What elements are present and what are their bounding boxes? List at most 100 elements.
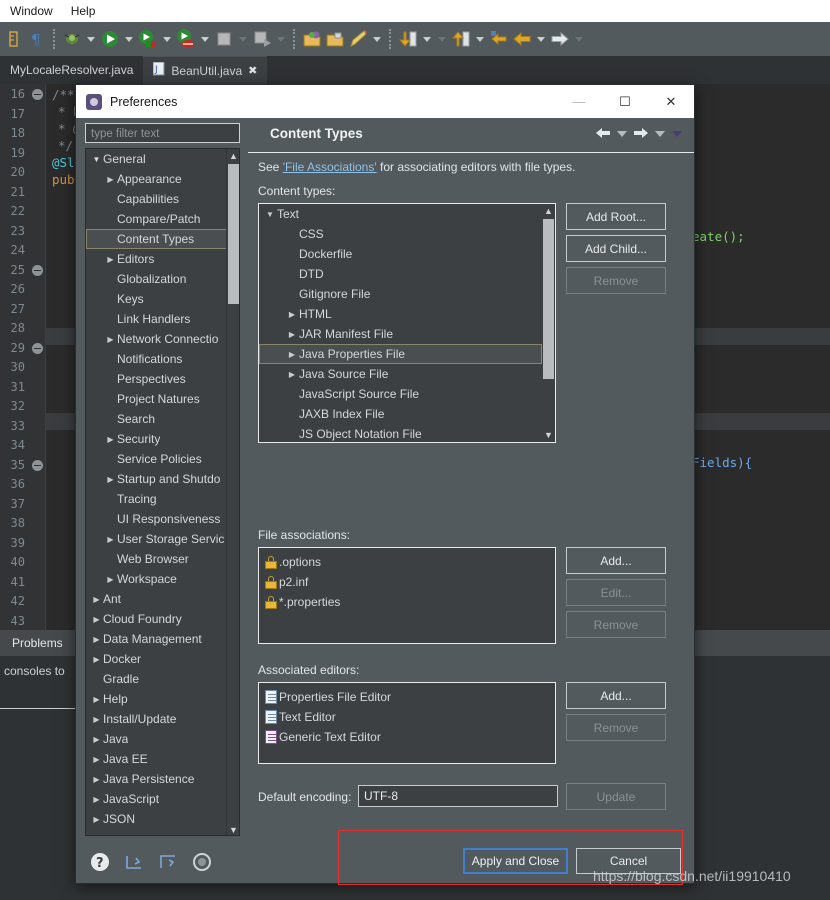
sidebar-item-json[interactable]: ▶ JSON bbox=[86, 809, 228, 829]
pencil-icon[interactable] bbox=[347, 28, 369, 50]
back-icon[interactable] bbox=[594, 124, 612, 142]
chevron-right-icon[interactable]: ▶ bbox=[90, 595, 103, 604]
chevron-right-icon[interactable]: ▶ bbox=[90, 795, 103, 804]
scroll-down-icon[interactable]: ▼ bbox=[542, 428, 555, 442]
external-tools-dropdown-icon[interactable] bbox=[160, 28, 174, 50]
scroll-up-icon[interactable]: ▲ bbox=[227, 149, 239, 163]
sidebar-item-user-storage-servic[interactable]: ▶ User Storage Servic bbox=[86, 529, 228, 549]
restore-defaults-icon[interactable] bbox=[192, 852, 214, 874]
content-type-row[interactable]: JavaScript Source File bbox=[259, 384, 542, 404]
maximize-icon[interactable]: ☐ bbox=[602, 85, 648, 118]
sidebar-item-service-policies[interactable]: Service Policies bbox=[86, 449, 228, 469]
sidebar-item-general[interactable]: ▼ General bbox=[86, 149, 228, 169]
close-icon[interactable]: ✖ bbox=[248, 64, 257, 77]
chevron-right-icon[interactable]: ▶ bbox=[90, 695, 103, 704]
sidebar-item-compare-patch[interactable]: Compare/Patch bbox=[86, 209, 228, 229]
chevron-down-icon[interactable]: ▼ bbox=[263, 210, 277, 219]
chevron-right-icon[interactable]: ▶ bbox=[285, 330, 299, 339]
coverage-dropdown-icon[interactable] bbox=[198, 28, 212, 50]
chevron-right-icon[interactable]: ▶ bbox=[104, 575, 117, 584]
content-types-list[interactable]: ▼ Text CSS Dockerfile DTD Gitignore File ▶ HTML… bbox=[258, 203, 556, 443]
download-arrow-icon[interactable] bbox=[397, 28, 419, 50]
sidebar-item-javascript[interactable]: ▶ JavaScript bbox=[86, 789, 228, 809]
chevron-right-icon[interactable]: ▶ bbox=[104, 335, 117, 344]
chevron-right-icon[interactable]: ▶ bbox=[285, 310, 299, 319]
default-encoding-input[interactable]: UTF-8 bbox=[358, 785, 558, 807]
chevron-right-icon[interactable]: ▶ bbox=[104, 175, 117, 184]
sidebar-item-docker[interactable]: ▶ Docker bbox=[86, 649, 228, 669]
import-icon[interactable] bbox=[124, 852, 146, 874]
content-type-row[interactable]: Dockerfile bbox=[259, 244, 542, 264]
file-association-row[interactable]: p2.inf bbox=[263, 572, 553, 592]
chevron-right-icon[interactable]: ▶ bbox=[285, 370, 299, 379]
sidebar-item-tracing[interactable]: Tracing bbox=[86, 489, 228, 509]
close-icon[interactable]: ✕ bbox=[648, 85, 694, 118]
chevron-right-icon[interactable]: ▶ bbox=[90, 775, 103, 784]
upload-arrow-icon[interactable] bbox=[450, 28, 472, 50]
editor-tab-beanutil[interactable]: J BeanUtil.java ✖ bbox=[143, 56, 268, 84]
chevron-down-icon[interactable]: ▼ bbox=[90, 155, 103, 164]
associated-editor-row[interactable]: Text Editor bbox=[263, 707, 553, 727]
back-annotated-icon[interactable] bbox=[488, 28, 510, 50]
sidebar-item-install-update[interactable]: ▶ Install/Update bbox=[86, 709, 228, 729]
sidebar-item-perspectives[interactable]: Perspectives bbox=[86, 369, 228, 389]
sidebar-item-cloud-foundry[interactable]: ▶ Cloud Foundry bbox=[86, 609, 228, 629]
associated-editor-row[interactable]: Properties File Editor bbox=[263, 687, 553, 707]
file-association-row[interactable]: *.properties bbox=[263, 592, 553, 612]
chevron-right-icon[interactable]: ▶ bbox=[104, 535, 117, 544]
chevron-right-icon[interactable]: ▶ bbox=[104, 475, 117, 484]
file-associations-button-add[interactable]: Add... bbox=[566, 547, 666, 574]
content-type-row[interactable]: CSS bbox=[259, 224, 542, 244]
content-type-row[interactable]: JS Object Notation File bbox=[259, 424, 542, 442]
run-icon[interactable] bbox=[99, 28, 121, 50]
associated-editor-row[interactable]: Generic Text Editor bbox=[263, 727, 553, 747]
apply-and-close-button[interactable]: Apply and Close bbox=[463, 848, 568, 874]
open-folder-purple-icon[interactable] bbox=[301, 28, 323, 50]
back-icon[interactable] bbox=[511, 28, 533, 50]
sidebar-item-network-connectio[interactable]: ▶ Network Connectio bbox=[86, 329, 228, 349]
nav-tree-vertical-scrollbar[interactable]: ▲ ▼ bbox=[226, 149, 239, 835]
sidebar-item-keys[interactable]: Keys bbox=[86, 289, 228, 309]
file-associations-list[interactable]: .options p2.inf *.properties bbox=[258, 547, 556, 644]
run-external-tools-icon[interactable] bbox=[137, 28, 159, 50]
sidebar-item-notifications[interactable]: Notifications bbox=[86, 349, 228, 369]
upload-dropdown-icon[interactable] bbox=[473, 28, 487, 50]
fold-marker[interactable] bbox=[32, 264, 43, 276]
sidebar-item-ant[interactable]: ▶ Ant bbox=[86, 589, 228, 609]
content-type-row[interactable]: ▶ Java Properties File bbox=[259, 344, 542, 364]
sidebar-item-globalization[interactable]: Globalization bbox=[86, 269, 228, 289]
fold-marker[interactable] bbox=[32, 459, 43, 471]
fold-marker[interactable] bbox=[32, 89, 43, 100]
sidebar-item-startup-and-shutdo[interactable]: ▶ Startup and Shutdo bbox=[86, 469, 228, 489]
sidebar-item-appearance[interactable]: ▶ Appearance bbox=[86, 169, 228, 189]
file-associations-link[interactable]: 'File Associations' bbox=[283, 160, 377, 174]
sidebar-item-ui-responsiveness[interactable]: UI Responsiveness bbox=[86, 509, 228, 529]
sidebar-item-workspace[interactable]: ▶ Workspace bbox=[86, 569, 228, 589]
filter-text[interactable]: type filter text bbox=[85, 123, 240, 143]
chevron-right-icon[interactable]: ▶ bbox=[104, 435, 117, 444]
dialog-titlebar[interactable]: Preferences — ☐ ✕ bbox=[76, 85, 694, 118]
run-coverage-icon[interactable] bbox=[175, 28, 197, 50]
new-wizard-icon[interactable] bbox=[251, 28, 273, 50]
view-menu-icon[interactable] bbox=[670, 124, 684, 142]
sidebar-item-link-handlers[interactable]: Link Handlers bbox=[86, 309, 228, 329]
sidebar-item-gradle[interactable]: Gradle bbox=[86, 669, 228, 689]
chevron-right-icon[interactable]: ▶ bbox=[285, 350, 299, 359]
sidebar-item-java-persistence[interactable]: ▶ Java Persistence bbox=[86, 769, 228, 789]
sidebar-item-capabilities[interactable]: Capabilities bbox=[86, 189, 228, 209]
scrollbar-thumb[interactable] bbox=[228, 164, 239, 304]
chevron-right-icon[interactable]: ▶ bbox=[90, 735, 103, 744]
fold-marker[interactable] bbox=[32, 342, 43, 354]
scroll-up-icon[interactable]: ▲ bbox=[542, 204, 555, 218]
associated-editors-list[interactable]: Properties File Editor Text Editor Generic… bbox=[258, 682, 556, 764]
forward-icon[interactable] bbox=[549, 28, 571, 50]
chevron-right-icon[interactable]: ▶ bbox=[104, 255, 117, 264]
pilcrow-icon[interactable]: ¶ bbox=[26, 28, 48, 50]
download-dropdown-icon[interactable] bbox=[420, 28, 434, 50]
minimize-icon[interactable]: — bbox=[556, 85, 602, 118]
associated-editors-button-add[interactable]: Add... bbox=[566, 682, 666, 709]
menu-window[interactable]: Window bbox=[10, 4, 53, 18]
help-icon[interactable]: ? bbox=[90, 852, 112, 874]
sidebar-item-project-natures[interactable]: Project Natures bbox=[86, 389, 228, 409]
sidebar-item-data-management[interactable]: ▶ Data Management bbox=[86, 629, 228, 649]
